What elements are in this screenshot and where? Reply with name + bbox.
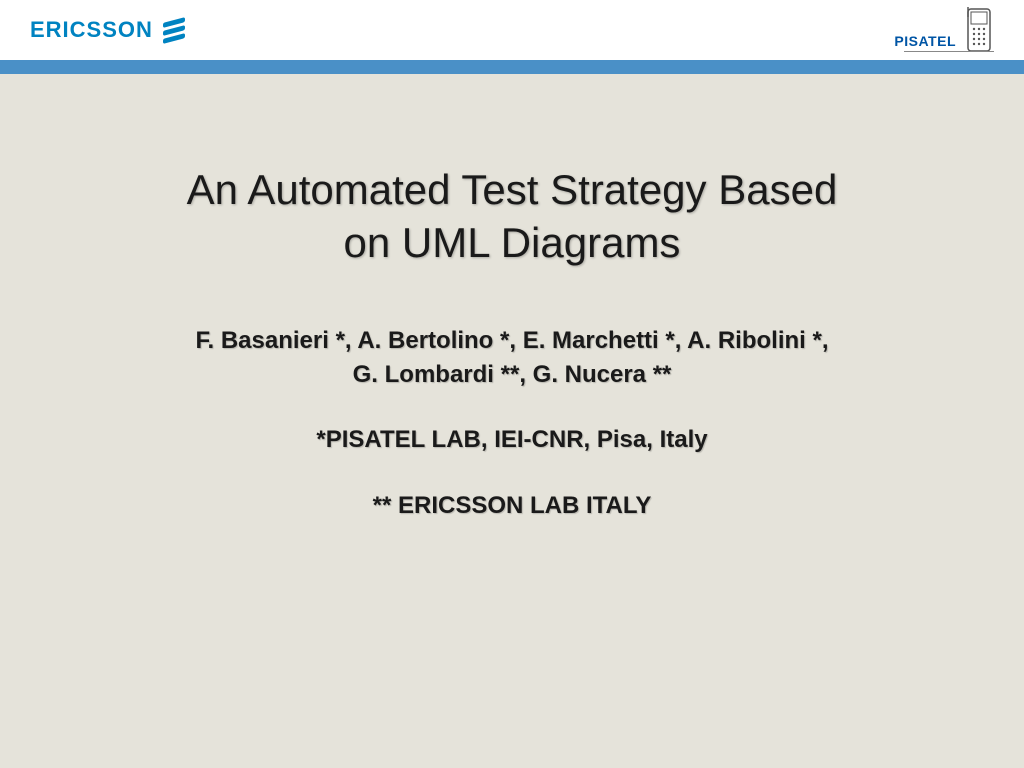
slide-title: An Automated Test Strategy Based on UML …	[80, 164, 944, 269]
authors-line-2: G. Lombardi **, G. Nucera **	[353, 361, 672, 388]
ericsson-logo: ERICSSON	[30, 17, 185, 43]
slide-body: An Automated Test Strategy Based on UML …	[0, 74, 1024, 768]
title-line-1: An Automated Test Strategy Based	[187, 166, 838, 213]
pisatel-underline	[904, 51, 994, 52]
ericsson-stripes-icon	[163, 17, 185, 44]
authors-block: F. Basanieri *, A. Bertolino *, E. March…	[80, 324, 944, 391]
affiliation-1: *PISATEL LAB, IEI-CNR, Pisa, Italy	[80, 423, 944, 457]
affiliation-2: ** ERICSSON LAB ITALY	[80, 489, 944, 523]
pisatel-logo: PISATEL	[894, 7, 994, 53]
phone-icon	[964, 7, 994, 53]
pisatel-logo-text: PISATEL	[894, 33, 956, 53]
authors-line-1: F. Basanieri *, A. Bertolino *, E. March…	[196, 327, 829, 354]
header-divider-bar	[0, 60, 1024, 74]
title-line-2: on UML Diagrams	[344, 219, 681, 266]
slide-header: ERICSSON PISATEL	[0, 0, 1024, 60]
ericsson-logo-text: ERICSSON	[30, 17, 153, 43]
